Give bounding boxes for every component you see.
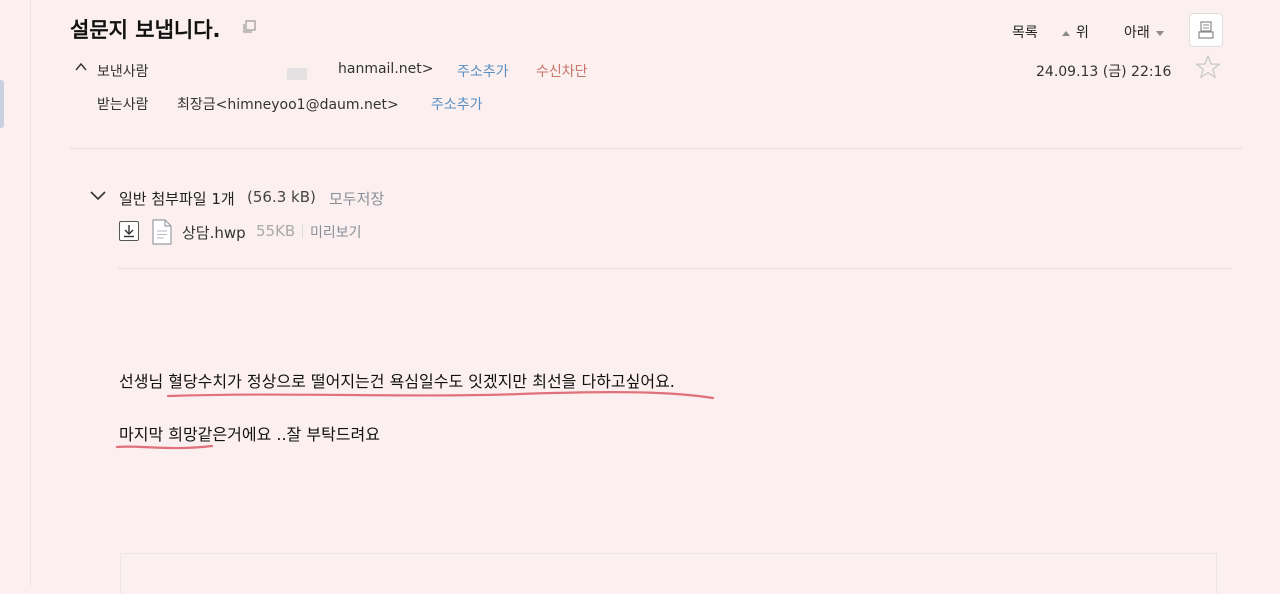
- chevron-down-icon[interactable]: [89, 188, 107, 204]
- attachment-title: 일반 첨부파일 1개: [119, 190, 235, 208]
- previous-mail-button[interactable]: 위: [1062, 22, 1089, 42]
- mail-subject: 설문지 보냅니다.: [70, 18, 221, 42]
- save-all-button[interactable]: 모두저장: [329, 188, 384, 209]
- star-icon[interactable]: [1195, 54, 1221, 80]
- print-icon: [1198, 21, 1214, 39]
- attachment-file-size: 55KB: [256, 222, 296, 240]
- header-divider: [70, 148, 1242, 149]
- preview-button[interactable]: 미리보기: [310, 222, 362, 242]
- mail-date: 24.09.13 (금) 22:16: [1036, 64, 1172, 80]
- body-line-2: 마지막 희망같은거에요 ..잘 부탁드려요: [119, 425, 380, 444]
- sender-email: hanmail.net>: [338, 61, 434, 77]
- add-sender-address-link[interactable]: 주소추가: [457, 61, 509, 81]
- body-line-1: 선생님 혈당수치가 정상으로 떨어지는건 욕심일수도 잇겠지만 최선을 다하고싶…: [119, 372, 675, 391]
- attachment-total-size: (56.3 kB): [247, 188, 316, 206]
- sender-name-redacted: [287, 68, 307, 80]
- up-arrow-icon: [1062, 30, 1070, 36]
- underline-line-2: [115, 444, 214, 450]
- copy-icon[interactable]: [242, 20, 256, 34]
- attachment-file-name[interactable]: 상담.hwp: [182, 222, 246, 243]
- sender-label: 보낸사람: [97, 64, 149, 80]
- down-button-label: 아래: [1124, 25, 1150, 41]
- list-button[interactable]: 목록: [1012, 22, 1038, 42]
- add-recipient-address-link[interactable]: 주소추가: [431, 94, 483, 114]
- recipient-address: 최장금<himneyoo1@daum.net>: [177, 97, 399, 113]
- collapse-sender-icon[interactable]: [74, 60, 88, 74]
- down-arrow-icon: [1155, 30, 1164, 36]
- attachment-separator: [302, 224, 303, 238]
- left-panel-edge: [0, 0, 31, 586]
- attachment-divider: [118, 268, 1232, 269]
- print-button[interactable]: [1189, 13, 1223, 47]
- left-panel-tab[interactable]: [0, 80, 4, 128]
- next-mail-button[interactable]: 아래: [1124, 22, 1164, 42]
- list-button-label: 목록: [1012, 25, 1038, 41]
- handwritten-underlines: [115, 391, 715, 450]
- quoted-content-box: [120, 553, 1217, 594]
- recipient-label: 받는사람: [97, 97, 149, 113]
- block-sender-link[interactable]: 수신차단: [536, 61, 588, 81]
- up-button-label: 위: [1076, 25, 1089, 41]
- document-icon: [152, 219, 172, 245]
- download-arrow-icon: [124, 225, 134, 238]
- download-icon[interactable]: [119, 221, 139, 241]
- underline-line-1: [166, 391, 715, 400]
